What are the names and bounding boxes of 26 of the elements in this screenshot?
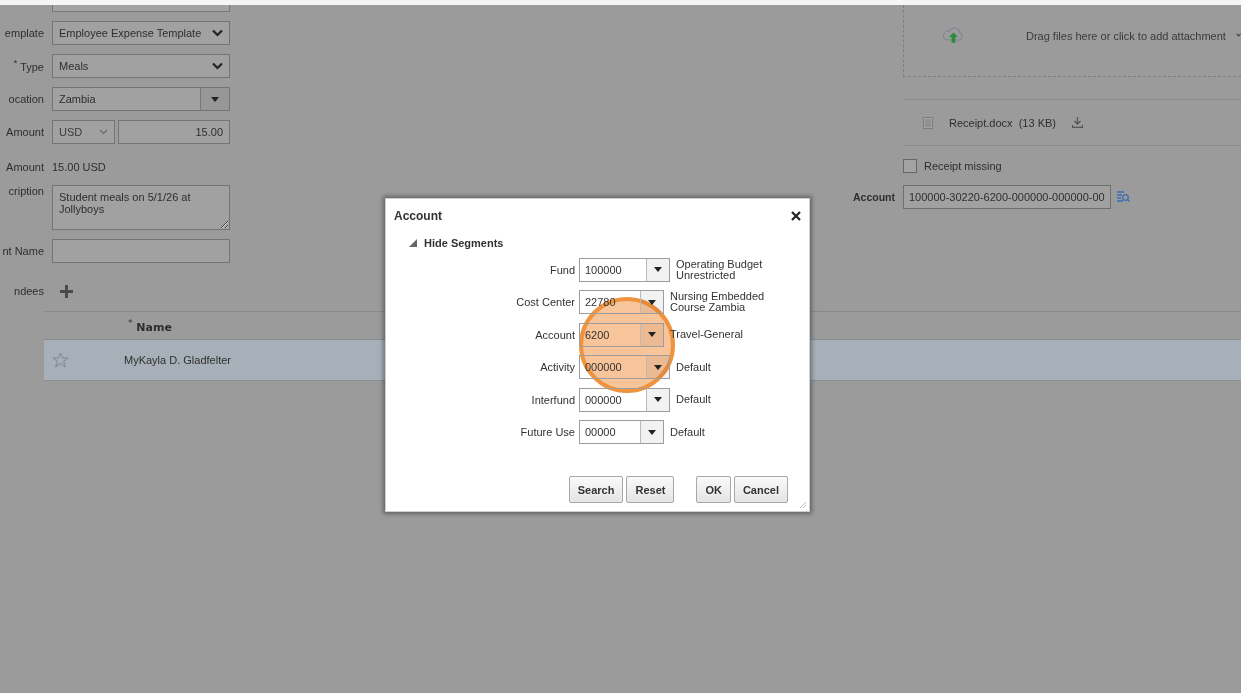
segment-label: Account bbox=[534, 328, 576, 341]
field-label: ndees bbox=[14, 285, 44, 297]
checkbox-label: Receipt missing bbox=[924, 160, 1002, 172]
segment-description: Nursing Embedded Course Zambia bbox=[670, 291, 766, 313]
segment-label: Future Use bbox=[519, 426, 576, 438]
field-label: Amount bbox=[6, 126, 44, 138]
field-label: $^{*}$ Type bbox=[13, 61, 44, 74]
segment-description: Default bbox=[670, 426, 706, 438]
upload-hint: Drag files here or click to add attachment bbox=[1025, 30, 1226, 42]
segment-description: Default bbox=[676, 394, 712, 405]
field-label: emplate bbox=[4, 27, 44, 39]
field-label: Account bbox=[852, 191, 896, 203]
field-label: nt Name bbox=[2, 245, 44, 257]
field-label: ocation bbox=[8, 93, 44, 105]
segment-label: Interfund bbox=[530, 393, 576, 406]
segment-label: Activity bbox=[539, 361, 576, 373]
field-label: cription bbox=[8, 185, 44, 197]
segment-label: Fund bbox=[548, 263, 576, 276]
segment-description: Default bbox=[676, 361, 712, 373]
segment-label: Cost Center bbox=[515, 296, 576, 308]
table-cell: MyKayla D. Gladfelter bbox=[124, 354, 231, 366]
column-header: $^{*}$ Name bbox=[128, 317, 172, 334]
field-label: Amount bbox=[6, 161, 44, 173]
segment-description: Operating Budget Unrestricted bbox=[676, 258, 764, 281]
dialog-title: Account bbox=[394, 209, 442, 223]
amount-value: 15.00 USD bbox=[52, 161, 106, 173]
